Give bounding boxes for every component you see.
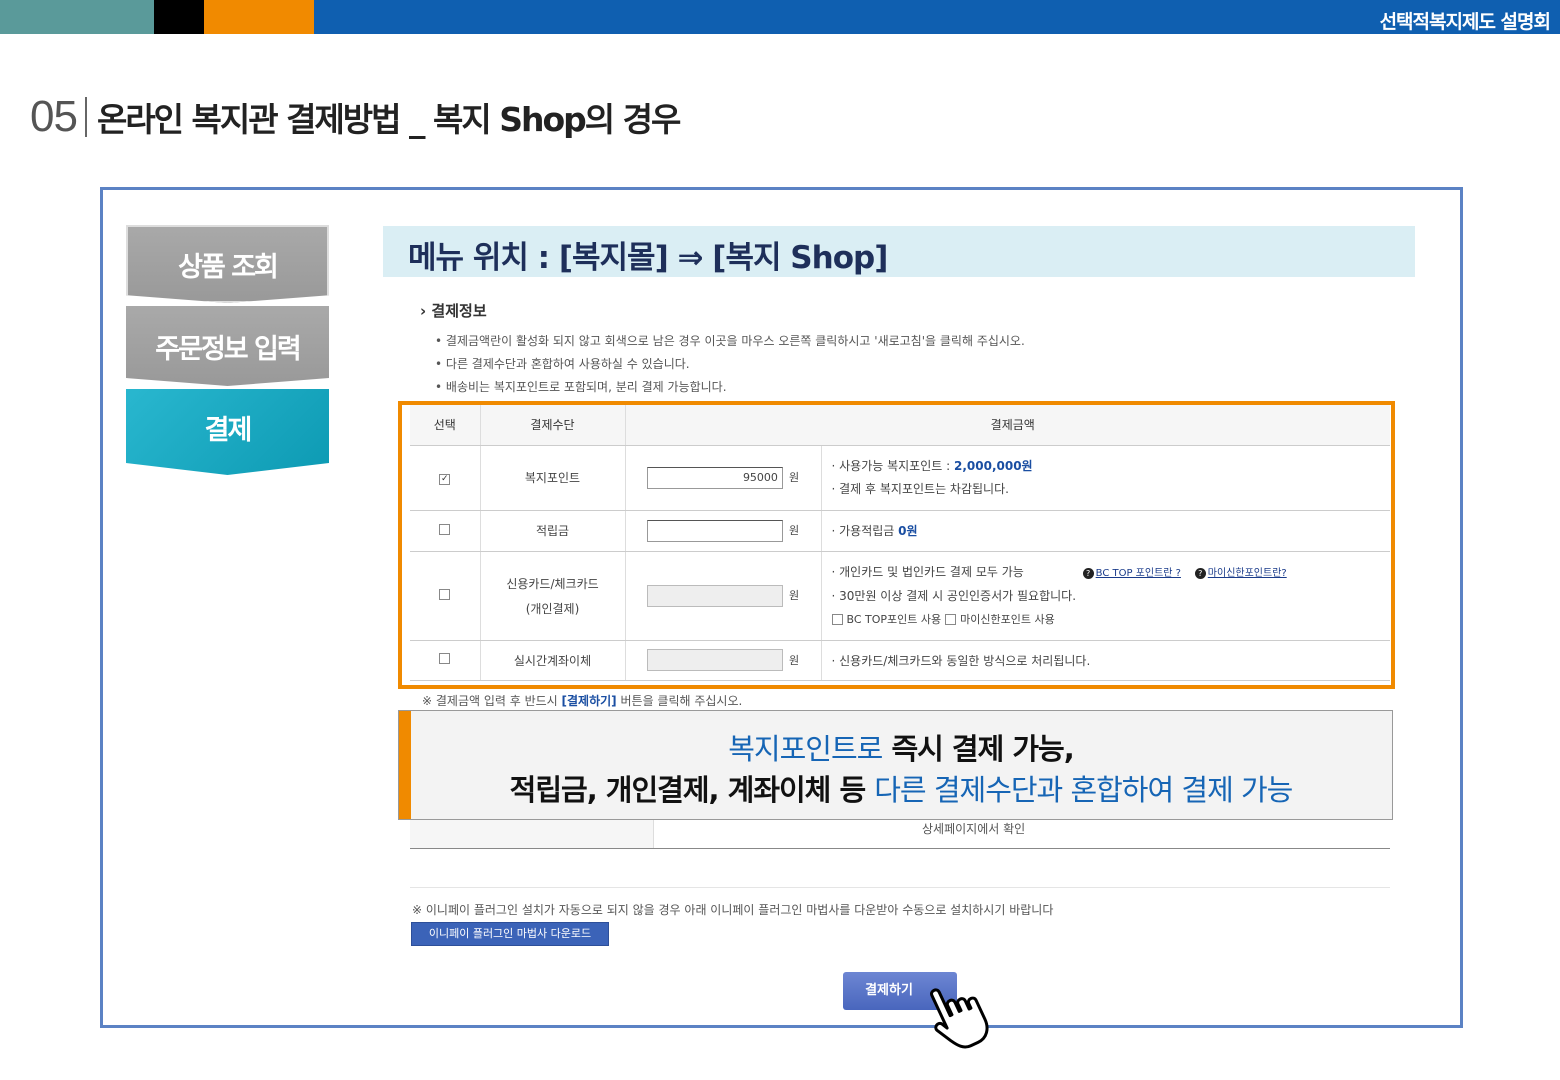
divider [410,887,1390,888]
note-text: 결제금액란이 활성화 되지 않고 회색으로 남은 경우 이곳을 마우스 오른쪽 … [445,334,1025,348]
payment-notes: • 결제금액란이 활성화 되지 않고 회색으로 남은 경우 이곳을 마우스 오른… [435,332,1025,401]
menu-location-banner: 메뉴 위치 : [복지몰] ⇒ [복지 Shop] [383,226,1415,277]
callout-text: 적립금, 개인결제, 계좌이체 등 [509,773,875,807]
top-bar: 선택적복지제도 설명회 [0,0,1560,34]
hand-pointer-icon [930,988,989,1049]
top-bar-black-segment [154,0,204,34]
step-label: 결제 [204,414,253,446]
step-order-info[interactable]: 주문정보 입력 [126,306,329,386]
callout-line-1: 복지포인트로 즉시 결제 가능, [411,726,1391,768]
payment-info-title: › 결제정보 [420,300,487,321]
remark-button-ref: [결제하기] [561,694,617,708]
callout-box: 복지포인트로 즉시 결제 가능, 적립금, 개인결제, 계좌이체 등 다른 결제… [398,710,1393,820]
step-label: 상품 조회 [178,251,279,283]
partial-row-text: 상세페이지에서 확인 [922,822,1026,836]
brand-title: 선택적복지제도 설명회 [1379,11,1551,33]
note-item: • 다른 결제수단과 혼합하여 사용하실 수 있습니다. [435,357,690,371]
note-item: • 배송비는 복지포인트로 포함되며, 분리 결제 가능합니다. [435,380,727,394]
payment-info-title-text: 결제정보 [431,302,487,320]
callout-text: 즉시 결제 가능, [882,732,1074,766]
menu-location-text: 메뉴 위치 : [복지몰] ⇒ [복지 Shop] [408,240,888,276]
partial-table-row: 상세페이지에서 확인 [410,820,1390,849]
note-text: 다른 결제수단과 혼합하여 사용하실 수 있습니다. [445,357,690,371]
section-number: 05 [30,92,78,141]
remark-text: 버튼을 클릭해 주십시오. [616,694,743,708]
callout-line-2: 적립금, 개인결제, 계좌이체 등 다른 결제수단과 혼합하여 결제 가능 [411,767,1391,809]
top-bar-teal-segment [0,0,154,34]
callout-highlight: 다른 결제수단과 혼합하여 결제 가능 [874,773,1293,807]
callout-highlight: 복지포인트로 [728,732,883,766]
note-text: 배송비는 복지포인트로 포함되며, 분리 결제 가능합니다. [445,380,727,394]
step-product-search[interactable]: 상품 조회 [126,225,329,303]
step-label: 주문정보 입력 [155,333,301,365]
section-heading: 05 온라인 복지관 결제방법 _ 복지 Shop의 경우 [30,92,681,142]
heading-divider [84,97,87,137]
section-title: 온라인 복지관 결제방법 _ 복지 Shop의 경우 [96,100,681,139]
note-item: • 결제금액란이 활성화 되지 않고 회색으로 남은 경우 이곳을 마우스 오른… [435,334,1025,348]
payment-remark: ※ 결제금액 입력 후 반드시 [결제하기] 버튼을 클릭해 주십시오. [422,692,742,709]
step-payment-active[interactable]: 결제 [126,389,329,475]
remark-text: ※ 결제금액 입력 후 반드시 [422,694,562,708]
highlight-box [398,401,1395,689]
inipay-note: ※ 이니페이 플러그인 설치가 자동으로 되지 않을 경우 아래 이니페이 플러… [412,903,1054,917]
inipay-download-button[interactable]: 이니페이 플러그인 마법사 다운로드 [411,922,609,946]
partial-row-cell [410,820,654,848]
callout-accent-stripe [399,711,411,819]
pay-button-label: 결제하기 [865,983,913,998]
chevron-right-icon: › [420,302,427,320]
top-bar-orange-segment [204,0,314,34]
